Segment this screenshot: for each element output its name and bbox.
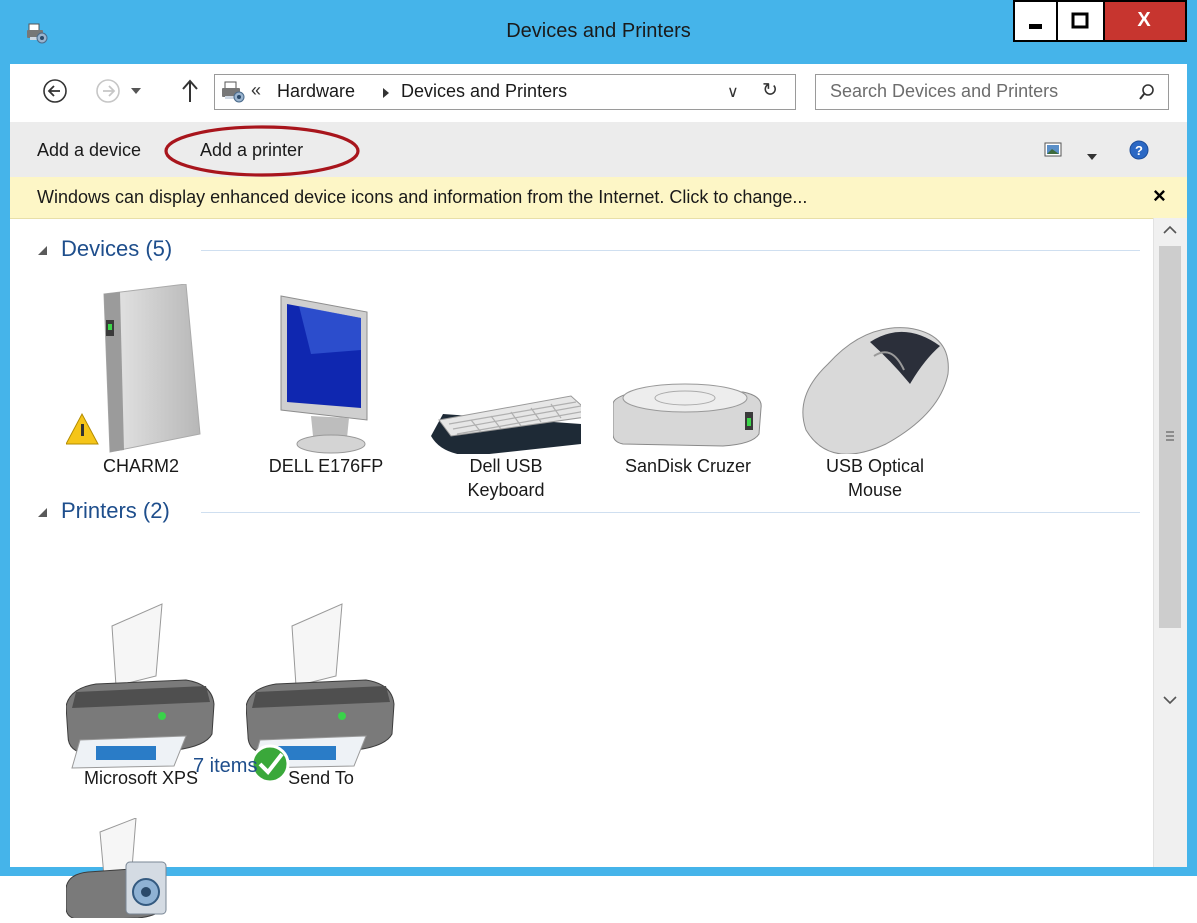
command-bar: Add a device Add a printer ? xyxy=(10,122,1187,177)
devices-printers-location-icon xyxy=(222,81,245,103)
recent-locations-button[interactable] xyxy=(129,84,143,103)
up-arrow-icon xyxy=(182,79,198,102)
explorer-body: « Hardware Devices and Printers ∨ ↻ Sear… xyxy=(10,64,1187,921)
printer-item-send-to[interactable]: Send To xyxy=(245,596,396,790)
breadcrumb-hardware[interactable]: Hardware xyxy=(277,81,355,102)
mouse-icon xyxy=(802,327,949,455)
grip-icon xyxy=(1166,431,1174,441)
drive-icon xyxy=(612,383,762,447)
maximize-icon xyxy=(1071,12,1089,29)
devices-group-title[interactable]: Devices (5) xyxy=(61,236,172,262)
group-divider xyxy=(201,250,1140,251)
svg-text:?: ? xyxy=(1135,143,1143,158)
info-bar-close-icon[interactable]: × xyxy=(1153,183,1166,209)
computer-tower-icon xyxy=(65,283,201,453)
printers-group-header[interactable]: Printers (2) xyxy=(10,496,1140,526)
help-icon: ? xyxy=(1129,140,1149,160)
printers-group-title[interactable]: Printers (2) xyxy=(61,498,170,524)
search-input[interactable]: Search Devices and Printers xyxy=(815,74,1169,110)
close-icon: X xyxy=(1137,9,1151,31)
scroll-thumb[interactable] xyxy=(1159,246,1181,628)
address-history-dropdown[interactable]: ∨ xyxy=(727,82,739,102)
group-divider xyxy=(201,512,1140,513)
breadcrumb-overflow[interactable]: « xyxy=(251,80,261,101)
details-pane-icon xyxy=(65,817,176,923)
help-button[interactable]: ? xyxy=(1129,140,1149,165)
info-bar-message[interactable]: Windows can display enhanced device icon… xyxy=(37,187,807,208)
address-bar[interactable]: « Hardware Devices and Printers ∨ ↻ xyxy=(214,74,796,110)
change-view-button[interactable] xyxy=(1044,142,1062,163)
chevron-down-icon xyxy=(1163,696,1177,705)
navigation-bar: « Hardware Devices and Printers ∨ ↻ Sear… xyxy=(10,64,1187,122)
view-options-button[interactable] xyxy=(1086,148,1098,166)
device-name-dell-e176fp: DELL E176FP xyxy=(268,456,384,476)
chevron-up-icon xyxy=(1163,225,1177,234)
window-frame: Devices and Printers X « Hardware Device… xyxy=(0,0,1197,921)
add-device-button[interactable]: Add a device xyxy=(37,140,141,161)
chevron-down-icon xyxy=(131,88,141,94)
breadcrumb-separator-icon[interactable] xyxy=(381,87,391,99)
info-bar[interactable]: Windows can display enhanced device icon… xyxy=(10,177,1187,219)
collapse-triangle-icon[interactable] xyxy=(38,246,47,255)
vertical-scrollbar[interactable] xyxy=(1153,218,1187,867)
keyboard-icon xyxy=(431,395,595,456)
back-button[interactable] xyxy=(41,76,71,111)
refresh-button[interactable]: ↻ xyxy=(762,79,778,102)
search-placeholder: Search Devices and Printers xyxy=(830,81,1059,101)
back-arrow-icon xyxy=(43,79,67,103)
device-name-dell-usb-keyboard: Dell USB Keyboard xyxy=(467,456,545,500)
collapse-triangle-icon[interactable] xyxy=(38,508,47,517)
chevron-down-icon xyxy=(1087,154,1097,160)
scroll-up-button[interactable] xyxy=(1158,218,1182,242)
search-icon[interactable] xyxy=(1138,83,1156,101)
title-bar[interactable]: Devices and Printers X xyxy=(0,0,1197,64)
up-button[interactable] xyxy=(180,78,200,109)
printer-icon xyxy=(245,603,395,784)
close-button[interactable]: X xyxy=(1105,0,1187,42)
device-item-usb-optical-mouse[interactable]: USB Optical Mouse xyxy=(800,284,950,502)
forward-button[interactable] xyxy=(94,76,124,111)
maximize-button[interactable] xyxy=(1058,0,1105,42)
devices-group-header[interactable]: Devices (5) xyxy=(10,234,1140,264)
device-content-pane: Devices (5) CHARM2 DELL E176FP Dell USB … xyxy=(10,218,1187,921)
breadcrumb-devices-and-printers[interactable]: Devices and Printers xyxy=(401,81,567,102)
device-item-sandisk-cruzer[interactable]: SanDisk Cruzer xyxy=(612,284,763,478)
highlight-circle-annotation xyxy=(164,125,360,177)
device-item-dell-e176fp[interactable]: DELL E176FP xyxy=(251,284,401,478)
device-item-charm2[interactable]: CHARM2 xyxy=(65,283,216,478)
device-item-dell-usb-keyboard[interactable]: Dell USB Keyboard xyxy=(431,284,595,502)
view-icon xyxy=(1044,142,1062,157)
device-name-charm2: CHARM2 xyxy=(102,456,179,476)
minimize-icon xyxy=(1029,24,1042,29)
monitor-icon xyxy=(280,295,368,454)
device-name-sandisk-cruzer: SanDisk Cruzer xyxy=(624,456,752,476)
forward-arrow-icon xyxy=(96,79,120,103)
scroll-down-button[interactable] xyxy=(1158,688,1182,712)
minimize-button[interactable] xyxy=(1013,0,1058,42)
item-count-status: 7 items xyxy=(193,755,258,777)
printer-camera-icon xyxy=(65,817,167,921)
device-name-usb-optical-mouse: USB Optical Mouse xyxy=(825,456,925,500)
